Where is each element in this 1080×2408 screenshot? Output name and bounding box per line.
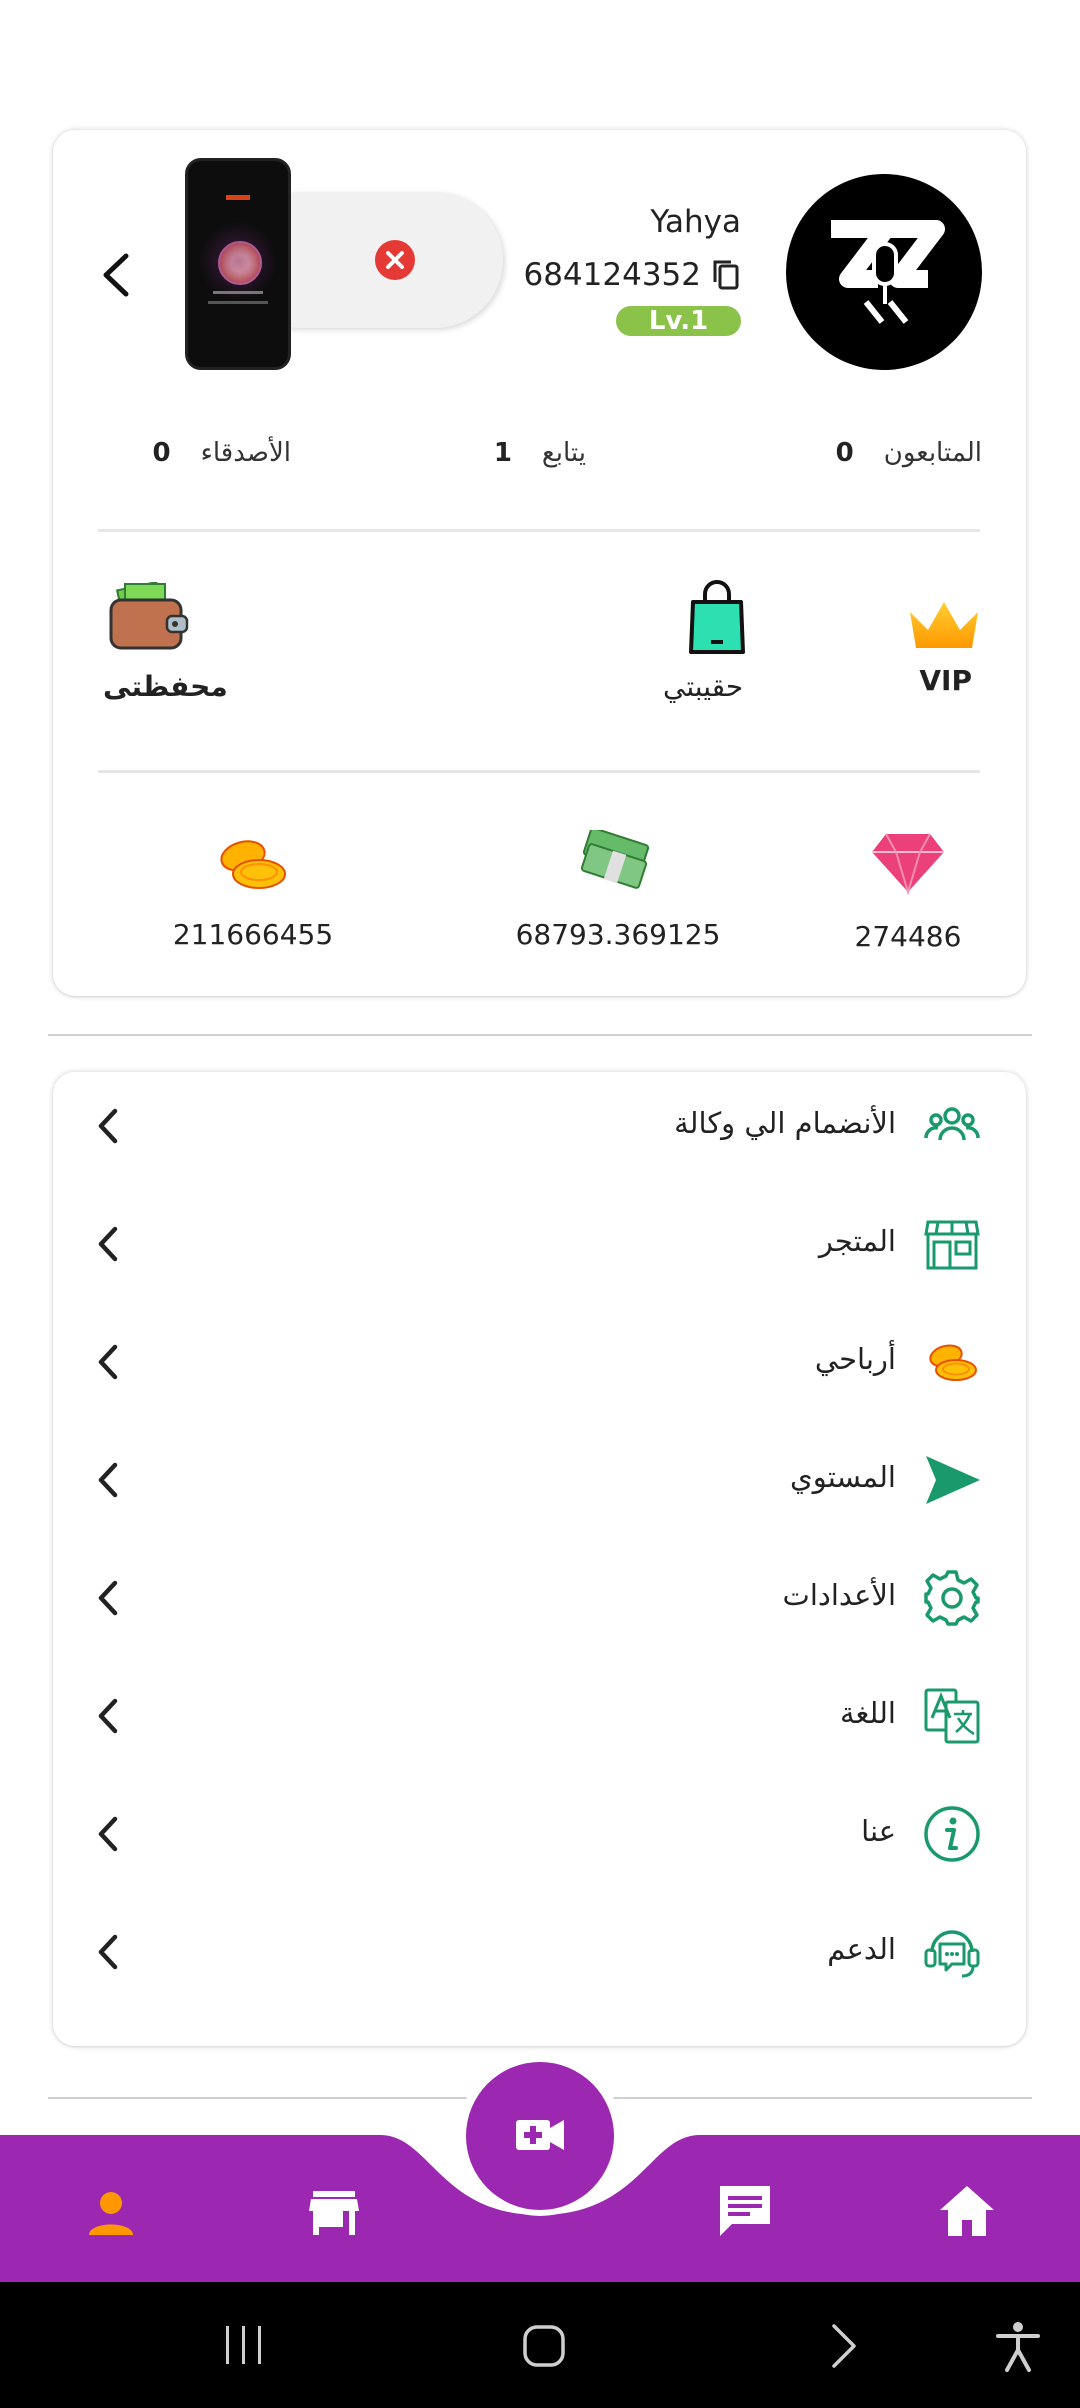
nav-chat-button[interactable]: [714, 2180, 776, 2242]
menu-item-earnings[interactable]: أرباحي: [53, 1308, 1026, 1426]
people-icon: [924, 1107, 980, 1141]
system-navigation-bar: [0, 2282, 1080, 2408]
diamond-icon: [872, 833, 944, 896]
level-badge: Lv.1: [616, 306, 741, 336]
logo-icon: [831, 220, 945, 324]
store-icon: [924, 1220, 980, 1270]
store-icon: [309, 2191, 359, 2235]
chat-icon: [720, 2186, 770, 2236]
coins-balance[interactable]: 211666455: [153, 830, 353, 970]
menu-card: الأنضمام الي وكالة المتجر أرباحي المستوي…: [53, 1072, 1026, 2046]
stat-value: 1: [493, 438, 512, 468]
menu-item-label: الأنضمام الي وكالة: [674, 1106, 896, 1140]
nav-live-button[interactable]: [466, 2062, 614, 2210]
chevron-left-icon: [98, 1344, 118, 1380]
stat-label: الأصدقاء: [200, 438, 291, 468]
chevron-left-icon: [98, 1934, 118, 1970]
user-id-row[interactable]: 684124352: [523, 255, 741, 295]
chevron-left-icon: [98, 1108, 118, 1144]
wallet-icon: [109, 582, 189, 650]
user-id: 684124352: [523, 257, 701, 293]
nav-home-button[interactable]: [936, 2180, 998, 2242]
nav-store-button[interactable]: [303, 2183, 365, 2245]
username: Yahya: [650, 204, 741, 240]
cash-balance[interactable]: 68793.369125: [453, 830, 783, 970]
copy-icon[interactable]: [711, 258, 741, 292]
live-video-icon: [516, 2120, 564, 2150]
coins-icon: [929, 1344, 977, 1381]
chevron-left-icon: [98, 1698, 118, 1734]
send-icon: [926, 1456, 980, 1504]
menu-item-level[interactable]: المستوي: [53, 1426, 1026, 1544]
wallet-label: محفظتى: [103, 670, 228, 703]
menu-item-store[interactable]: المتجر: [53, 1190, 1026, 1308]
stat-label: المتابعون: [883, 438, 982, 468]
crown-icon: [910, 602, 978, 648]
menu-item-label: أرباحي: [814, 1342, 896, 1376]
chevron-left-icon: [98, 1816, 118, 1852]
support-icon: [924, 1930, 980, 1978]
menu-item-label: المتجر: [818, 1224, 896, 1258]
vip-button[interactable]: VIP: [902, 598, 982, 708]
bag-button[interactable]: حقيبتي: [663, 580, 763, 710]
room-thumbnail[interactable]: [185, 158, 291, 370]
divider: [98, 529, 980, 532]
translate-icon: [924, 1688, 980, 1744]
cash-value: 68793.369125: [515, 918, 721, 951]
stat-label: يتابع: [541, 438, 586, 468]
menu-item-support[interactable]: الدعم: [53, 1898, 1026, 2016]
menu-item-language[interactable]: اللغة: [53, 1662, 1026, 1780]
bag-label: حقيبتي: [663, 670, 744, 703]
nav-profile-button[interactable]: [80, 2183, 142, 2245]
menu-item-label: الأعدادات: [782, 1578, 896, 1612]
level-text: Lv.1: [648, 306, 709, 336]
menu-item-label: المستوي: [790, 1460, 896, 1494]
profile-card: Yahya 684124352 Lv.1 المتابعون 0 يتابع 1…: [53, 130, 1026, 996]
stat-friends[interactable]: الأصدقاء 0: [153, 438, 291, 468]
menu-item-label: اللغة: [839, 1696, 896, 1730]
chevron-left-icon[interactable]: [98, 250, 134, 300]
close-banner-button[interactable]: [375, 240, 415, 280]
close-icon: [386, 251, 404, 269]
accessibility-icon[interactable]: [994, 2320, 1042, 2372]
menu-item-settings[interactable]: الأعدادات: [53, 1544, 1026, 1662]
menu-item-label: الدعم: [827, 1932, 896, 1966]
back-arrow-icon[interactable]: [826, 2322, 862, 2370]
stat-following[interactable]: يتابع 1: [494, 438, 586, 468]
stat-value: 0: [835, 438, 854, 468]
profile-icon: [89, 2192, 133, 2235]
gear-icon: [924, 1570, 980, 1626]
chevron-left-icon: [98, 1462, 118, 1498]
diamonds-value: 274486: [854, 920, 962, 953]
coins-value: 211666455: [172, 918, 334, 951]
chevron-left-icon: [98, 1226, 118, 1262]
stat-value: 0: [152, 438, 171, 468]
vip-label: VIP: [919, 664, 972, 697]
menu-item-join-agency[interactable]: الأنضمام الي وكالة: [53, 1072, 1026, 1190]
coins-icon: [220, 840, 286, 889]
chevron-left-icon: [98, 1580, 118, 1616]
diamonds-balance[interactable]: 274486: [813, 830, 1003, 970]
info-icon: [924, 1806, 980, 1862]
menu-item-label: عنا: [861, 1814, 896, 1848]
home-circle-icon[interactable]: [522, 2324, 566, 2368]
divider: [98, 770, 980, 773]
avatar[interactable]: [786, 174, 982, 370]
section-divider: [48, 1034, 1032, 1036]
recent-apps-icon[interactable]: [222, 2324, 266, 2366]
stat-followers[interactable]: المتابعون 0: [836, 438, 982, 468]
shopping-bag-icon: [689, 580, 745, 654]
menu-item-about[interactable]: عنا: [53, 1780, 1026, 1898]
home-icon: [940, 2186, 994, 2236]
wallet-button[interactable]: محفظتى: [101, 582, 228, 712]
cash-icon: [580, 830, 650, 889]
